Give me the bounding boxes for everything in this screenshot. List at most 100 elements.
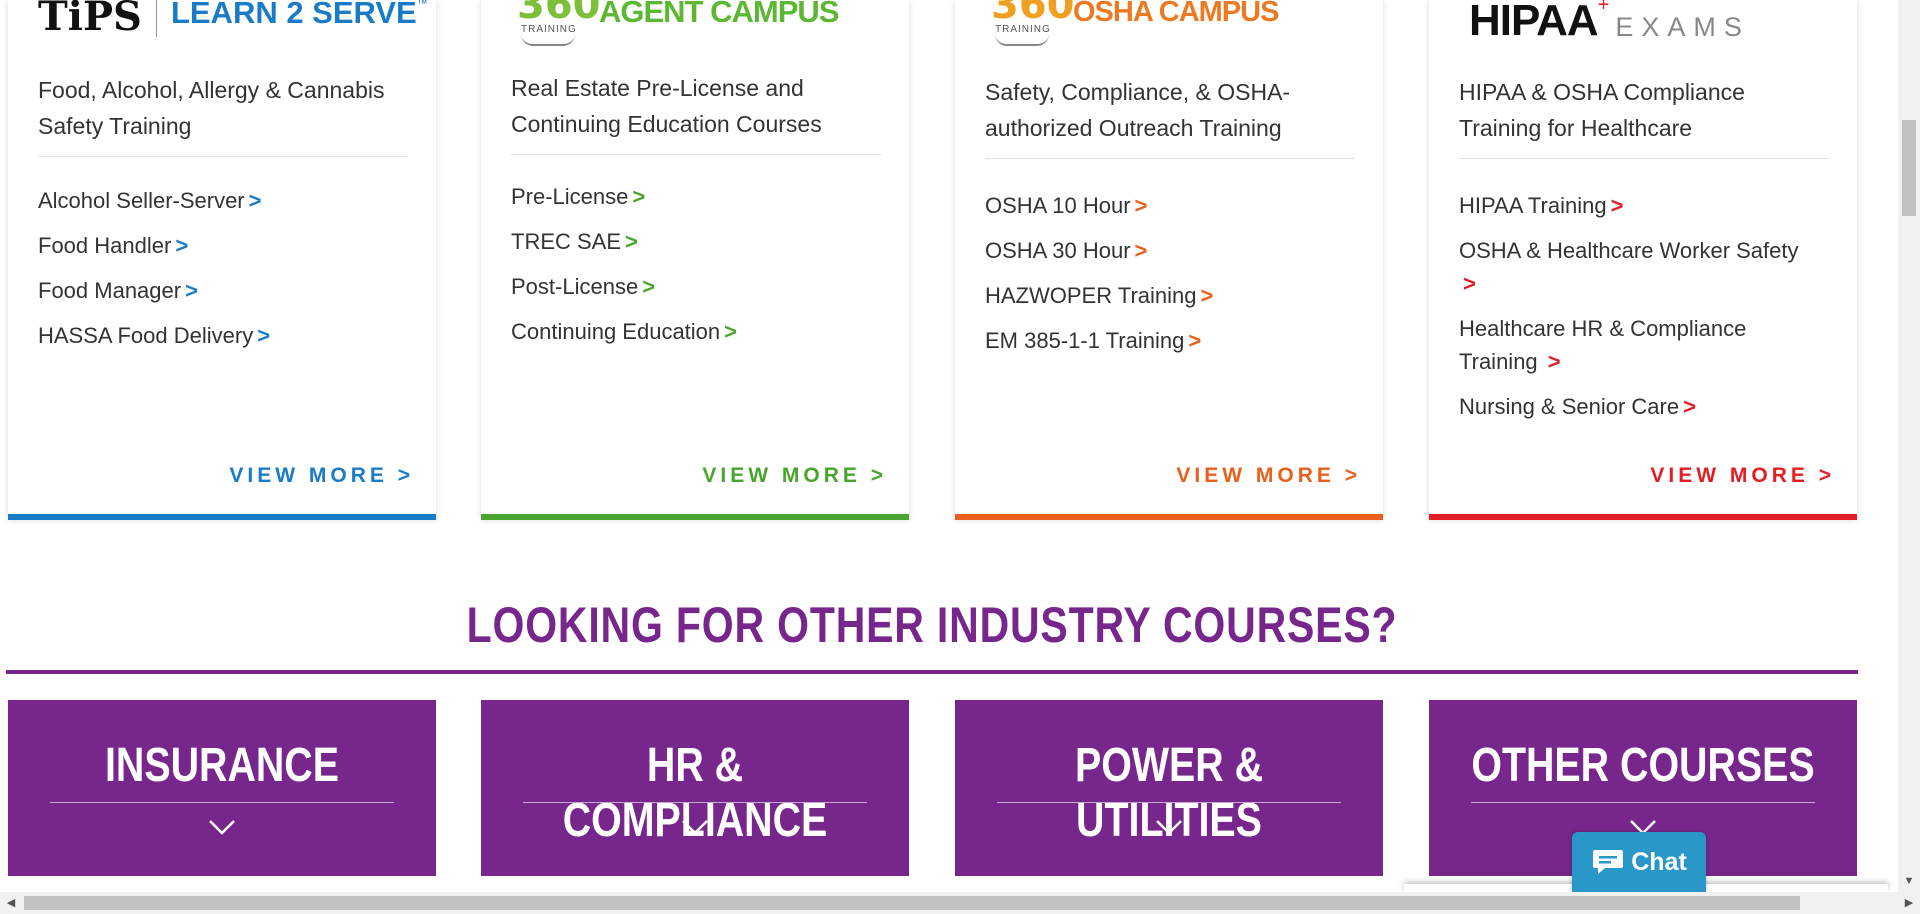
industry-tile-insurance[interactable]: INSURANCE: [8, 700, 436, 876]
course-link-osha-10-hour[interactable]: OSHA 10 Hour >: [985, 189, 1355, 222]
vertical-scrollbar-thumb[interactable]: [1902, 120, 1916, 216]
course-link-label: HIPAA Training: [1459, 193, 1607, 218]
chevron-right-icon: >: [632, 184, 646, 209]
industry-tile-hr-compliance[interactable]: HR & COMPLIANCE: [481, 700, 909, 876]
course-link-label: OSHA 10 Hour: [985, 193, 1131, 218]
scroll-down-arrow-icon[interactable]: ▼: [1898, 870, 1920, 892]
horizontal-scrollbar-thumb[interactable]: [24, 896, 1800, 910]
360-training-logo-mark: 360 TRAINING: [511, 0, 601, 46]
learn2serve-logo-name: LEARN 2 SERVE: [170, 0, 417, 30]
course-link-food-manager[interactable]: Food Manager >: [38, 274, 408, 307]
accent-bar: [8, 514, 436, 520]
accent-bar: [481, 514, 909, 520]
course-link-post-license[interactable]: Post-License >: [511, 270, 881, 303]
course-list: Alcohol Seller-Server > Food Handler > Foo…: [38, 184, 408, 364]
scroll-right-arrow-icon[interactable]: ▶: [1898, 892, 1920, 914]
hipaa-logo-exams: EXAMS: [1615, 11, 1750, 42]
course-link-osha-30-hour[interactable]: OSHA 30 Hour >: [985, 234, 1355, 267]
chevron-right-icon: >: [185, 278, 198, 303]
course-link-em-385-training[interactable]: EM 385-1-1 Training >: [985, 324, 1355, 357]
chevron-right-icon: >: [1134, 238, 1148, 263]
course-link-nursing-senior-care[interactable]: Nursing & Senior Care >: [1459, 390, 1829, 423]
course-link-label: TREC SAE: [511, 229, 622, 254]
course-link-pre-license[interactable]: Pre-License >: [511, 180, 881, 213]
chevron-right-icon: >: [1463, 271, 1476, 296]
card-learn2serve: TiPS LEARN 2 SERVE ™ Food, Alcohol, Alle…: [8, 0, 436, 520]
view-more-link[interactable]: VIEW MORE >: [702, 464, 887, 488]
tile-divider: [523, 802, 867, 803]
course-link-label: Food Handler: [38, 233, 172, 258]
accent-bar: [1429, 514, 1857, 520]
section-title: LOOKING FOR OTHER INDUSTRY COURSES?: [466, 597, 1398, 653]
course-link-label: Food Manager: [38, 278, 182, 303]
card-description: Real Estate Pre-License and Continuing E…: [511, 75, 822, 137]
course-list: HIPAA Training > OSHA & Healthcare Worker…: [1459, 189, 1829, 435]
accent-bar: [955, 514, 1383, 520]
logo-arc: [995, 34, 1049, 46]
course-list: OSHA 10 Hour > OSHA 30 Hour > HAZWOPER Tra…: [985, 189, 1355, 369]
agent-campus-logo[interactable]: 360 TRAINING AGENT CAMPUS: [511, 0, 839, 46]
card-description: Safety, Compliance, & OSHA-authorized Ou…: [985, 79, 1291, 141]
hipaa-exams-logo[interactable]: HIPAA + EXAMS: [1469, 0, 1750, 46]
course-link-label: Pre-License: [511, 184, 629, 209]
course-link-osha-healthcare-worker-safety[interactable]: OSHA & Healthcare Worker Safety >: [1459, 234, 1829, 300]
course-link-label: OSHA & Healthcare Worker Safety: [1459, 238, 1799, 263]
card-description: HIPAA & OSHA Compliance Training for Hea…: [1459, 79, 1745, 141]
industry-tile-power-utilities[interactable]: POWER & UTILITIES: [955, 700, 1383, 876]
chat-label: Chat: [1631, 847, 1687, 876]
chevron-right-icon: >: [1200, 283, 1214, 308]
page-content: TiPS LEARN 2 SERVE ™ Food, Alcohol, Alle…: [0, 0, 1898, 892]
course-link-label: Post-License: [511, 274, 639, 299]
tips-logo-mark: TiPS: [38, 0, 142, 40]
chevron-down-icon: [682, 820, 708, 835]
chevron-right-icon: >: [248, 188, 262, 213]
chevron-right-icon: >: [1610, 193, 1624, 218]
tile-divider: [997, 802, 1341, 803]
course-link-label: Healthcare HR & Compliance Training: [1459, 316, 1747, 374]
chevron-right-icon: >: [1547, 349, 1561, 374]
course-link-alcohol-seller-server[interactable]: Alcohol Seller-Server >: [38, 184, 408, 217]
logo-arc: [521, 34, 575, 46]
industry-tile-label: OTHER COURSES: [1471, 739, 1815, 792]
section-divider: [6, 670, 1858, 674]
hipaa-logo-plus: +: [1597, 0, 1610, 16]
industry-tile-label: INSURANCE: [104, 739, 339, 792]
course-link-food-handler[interactable]: Food Handler >: [38, 229, 408, 262]
view-more-link[interactable]: VIEW MORE >: [1650, 464, 1835, 488]
divider: [985, 158, 1355, 159]
course-link-label: Continuing Education: [511, 319, 721, 344]
course-link-label: Nursing & Senior Care: [1459, 394, 1680, 419]
divider: [38, 156, 408, 157]
course-link-hassa-food-delivery[interactable]: HASSA Food Delivery >: [38, 319, 408, 352]
chevron-right-icon: >: [625, 229, 638, 254]
course-link-label: OSHA 30 Hour: [985, 238, 1131, 263]
view-more-link[interactable]: VIEW MORE >: [1176, 464, 1361, 488]
course-link-continuing-education[interactable]: Continuing Education >: [511, 315, 881, 348]
chevron-right-icon: >: [642, 274, 656, 299]
osha-campus-logo-name: OSHA CAMPUS: [1073, 0, 1279, 28]
osha-campus-logo[interactable]: 360 TRAINING OSHA CAMPUS: [985, 0, 1279, 46]
course-link-label: EM 385-1-1 Training: [985, 328, 1185, 353]
course-link-hazwoper-training[interactable]: HAZWOPER Training >: [985, 279, 1355, 312]
divider: [1459, 158, 1829, 159]
course-list: Pre-License > TREC SAE > Post-License > Con…: [511, 180, 881, 360]
logo-divider: [155, 0, 157, 37]
scroll-left-arrow-icon[interactable]: ◀: [0, 892, 22, 914]
chat-button[interactable]: Chat: [1572, 832, 1706, 892]
chevron-right-icon: >: [257, 323, 271, 348]
card-osha-campus: 360 TRAINING OSHA CAMPUS Safety, Complia…: [955, 0, 1383, 520]
card-hipaa-exams: HIPAA + EXAMS HIPAA & OSHA Compliance Tr…: [1429, 0, 1857, 520]
chat-bubble-icon: [1593, 850, 1624, 874]
course-link-label: Alcohol Seller-Server: [38, 188, 245, 213]
tile-divider: [1471, 802, 1815, 803]
horizontal-scrollbar[interactable]: ◀ ▶: [0, 892, 1920, 914]
card-agent-campus: 360 TRAINING AGENT CAMPUS Real Estate Pr…: [481, 0, 909, 520]
course-link-healthcare-hr-compliance[interactable]: Healthcare HR & Compliance Training >: [1459, 312, 1829, 378]
view-more-link[interactable]: VIEW MORE >: [229, 464, 414, 488]
course-link-label: HAZWOPER Training: [985, 283, 1197, 308]
vertical-scrollbar[interactable]: ▼: [1898, 0, 1920, 892]
learn2serve-logo[interactable]: TiPS LEARN 2 SERVE ™: [38, 0, 428, 46]
course-link-trec-sae[interactable]: TREC SAE >: [511, 225, 881, 258]
chevron-right-icon: >: [1683, 394, 1696, 419]
course-link-hipaa-training[interactable]: HIPAA Training >: [1459, 189, 1829, 222]
